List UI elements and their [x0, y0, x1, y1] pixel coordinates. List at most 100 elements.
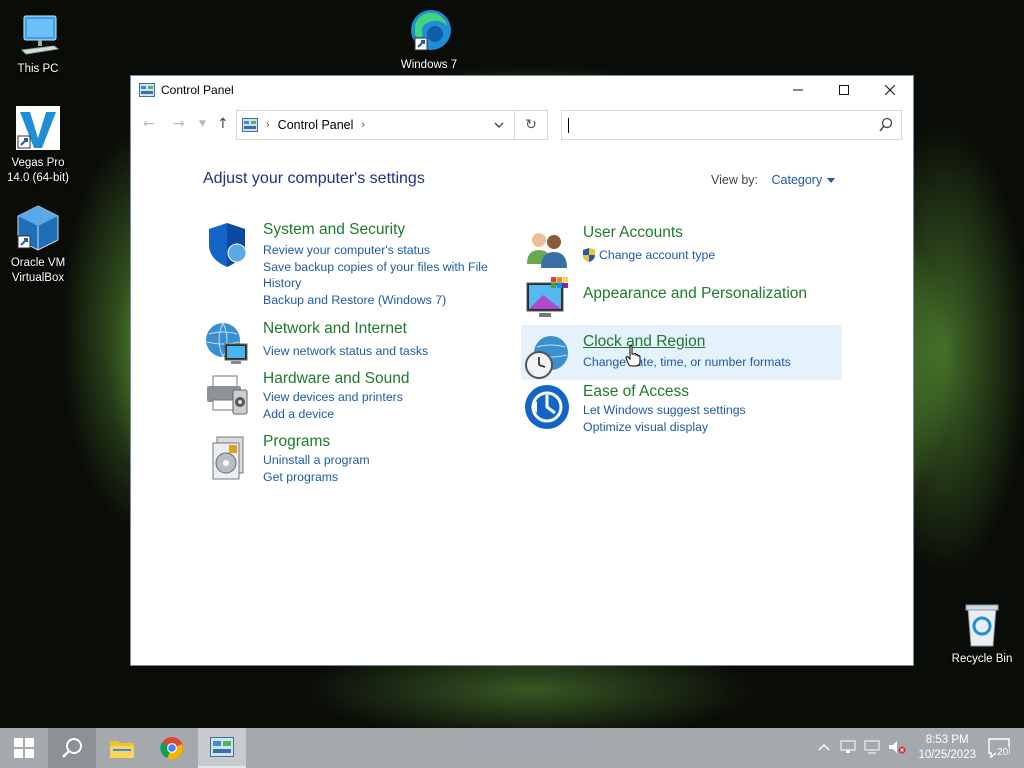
- notification-count: 20: [996, 747, 1010, 758]
- volume-muted-icon[interactable]: [888, 740, 906, 757]
- start-button[interactable]: [0, 728, 48, 768]
- link-file-history[interactable]: Save backup copies of your files with Fi…: [263, 259, 503, 292]
- control-panel-icon: [242, 118, 258, 132]
- vegas-pro-icon: [14, 104, 62, 152]
- link-network-status[interactable]: View network status and tasks: [263, 343, 503, 360]
- view-by: View by: Category: [711, 173, 836, 187]
- desktop-icon-virtualbox[interactable]: Oracle VM VirtualBox: [0, 204, 76, 286]
- chevron-up-icon[interactable]: [818, 742, 830, 754]
- category-title[interactable]: Hardware and Sound: [263, 370, 410, 388]
- recycle-bin-icon: [958, 600, 1006, 648]
- link-text[interactable]: Change account type: [599, 247, 715, 264]
- desktop-icon-label: Windows 7: [400, 59, 458, 71]
- link-devices-printers[interactable]: View devices and printers: [263, 389, 503, 406]
- view-by-label: View by:: [711, 173, 759, 187]
- monitor-icon[interactable]: [864, 740, 880, 757]
- address-dropdown-icon[interactable]: [494, 119, 504, 133]
- category-title[interactable]: Programs: [263, 433, 330, 451]
- taskbar: 8:53 PM 10/25/2023 20: [0, 728, 1024, 768]
- recent-locations-icon[interactable]: ▼: [199, 119, 206, 129]
- link-get-programs[interactable]: Get programs: [263, 469, 503, 486]
- clock-time: 8:53 PM: [925, 734, 969, 746]
- forward-arrow-icon[interactable]: →: [173, 116, 185, 132]
- text-caret: [568, 118, 569, 133]
- uac-shield-icon: [583, 248, 595, 263]
- taskbar-file-explorer[interactable]: [98, 728, 146, 768]
- desktop-icon-label: Vegas Pro 14.0 (64-bit): [6, 157, 69, 184]
- back-arrow-icon[interactable]: ←: [143, 116, 155, 132]
- category-title[interactable]: Appearance and Personalization: [583, 285, 807, 303]
- network-globe-icon: [206, 322, 248, 364]
- desktop-icon-label: Oracle VM VirtualBox: [10, 257, 66, 284]
- desktop-icon-recycle-bin[interactable]: Recycle Bin: [944, 600, 1020, 667]
- window-title: Control Panel: [161, 83, 234, 97]
- refresh-button[interactable]: ↻: [515, 110, 548, 140]
- maximize-button[interactable]: [821, 76, 867, 104]
- breadcrumb-separator-icon[interactable]: ›: [266, 119, 270, 131]
- link-windows-suggest-settings[interactable]: Let Windows suggest settings: [583, 402, 823, 419]
- dropdown-arrow-icon[interactable]: [827, 178, 836, 184]
- link-backup-restore[interactable]: Backup and Restore (Windows 7): [263, 292, 503, 309]
- search-icon: [62, 738, 82, 758]
- up-arrow-icon[interactable]: ↑: [217, 116, 229, 132]
- address-bar[interactable]: › Control Panel ›: [236, 110, 515, 140]
- search-button[interactable]: [48, 728, 96, 768]
- network-status-icon[interactable]: [840, 740, 856, 757]
- category-title[interactable]: Ease of Access: [583, 383, 689, 401]
- view-by-value[interactable]: Category: [772, 173, 823, 187]
- link-add-device[interactable]: Add a device: [263, 406, 503, 423]
- category-title[interactable]: Network and Internet: [263, 320, 407, 338]
- taskbar-control-panel[interactable]: [198, 728, 246, 768]
- minimize-button[interactable]: [775, 76, 821, 104]
- hand-cursor-icon: [625, 345, 641, 367]
- search-input[interactable]: [561, 110, 902, 140]
- taskbar-clock[interactable]: 8:53 PM 10/25/2023: [918, 733, 976, 763]
- clock-date: 10/25/2023: [918, 749, 976, 761]
- close-icon: [885, 85, 895, 95]
- shield-icon: [209, 223, 247, 267]
- appearance-icon: [526, 277, 568, 317]
- system-tray: 8:53 PM 10/25/2023 20: [818, 728, 1024, 768]
- desktop-icon-vegas-pro[interactable]: Vegas Pro 14.0 (64-bit): [0, 104, 76, 186]
- ease-of-access-icon: [525, 385, 569, 429]
- link-review-status[interactable]: Review your computer's status: [263, 242, 503, 259]
- category-appearance-and-personalization: Appearance and Personalization: [523, 275, 833, 323]
- search-icon: [879, 117, 893, 132]
- windows-logo-icon: [14, 738, 34, 758]
- desktop-icon-windows-7[interactable]: Windows 7: [391, 6, 467, 73]
- category-title[interactable]: Clock and Region: [583, 333, 705, 351]
- category-title[interactable]: System and Security: [263, 221, 405, 239]
- breadcrumb-control-panel[interactable]: Control Panel: [278, 118, 354, 132]
- link-optimize-visual-display[interactable]: Optimize visual display: [583, 419, 823, 436]
- taskbar-chrome[interactable]: [148, 728, 196, 768]
- programs-icon: [212, 436, 244, 480]
- minimize-icon: [793, 89, 803, 91]
- chrome-icon: [160, 737, 183, 760]
- virtualbox-icon: [14, 204, 62, 252]
- desktop-icon-this-pc[interactable]: This PC: [0, 10, 76, 77]
- folder-icon: [110, 741, 134, 758]
- refresh-icon: ↻: [525, 117, 537, 133]
- page-heading: Adjust your computer's settings: [203, 170, 425, 187]
- control-panel-window: Control Panel ← → ▼ ↑ › Control Panel › …: [130, 75, 914, 666]
- clock-globe-icon: [525, 336, 568, 379]
- maximize-icon: [839, 85, 849, 95]
- category-network-and-internet: Network and Internet View network status…: [203, 320, 503, 364]
- category-system-and-security: System and Security Review your computer…: [203, 221, 503, 307]
- control-panel-icon: [139, 83, 155, 97]
- desktop-icon-label: This PC: [17, 63, 59, 75]
- users-icon: [527, 233, 567, 268]
- link-date-time-formats[interactable]: Change date, time, or number formats: [583, 354, 823, 371]
- category-programs: Programs Uninstall a program Get program…: [203, 433, 503, 484]
- category-user-accounts: User Accounts Change account type: [523, 224, 833, 268]
- view-by-dropdown[interactable]: Category: [772, 173, 836, 187]
- printer-icon: [207, 375, 248, 415]
- category-hardware-and-sound: Hardware and Sound View devices and prin…: [203, 370, 503, 421]
- link-uninstall-program[interactable]: Uninstall a program: [263, 452, 503, 469]
- category-title[interactable]: User Accounts: [583, 224, 683, 242]
- edge-icon: [405, 6, 453, 54]
- close-button[interactable]: [867, 76, 913, 104]
- link-change-account-type[interactable]: Change account type: [583, 247, 823, 264]
- breadcrumb-separator-icon[interactable]: ›: [361, 119, 365, 131]
- action-center-button[interactable]: 20: [988, 734, 1016, 762]
